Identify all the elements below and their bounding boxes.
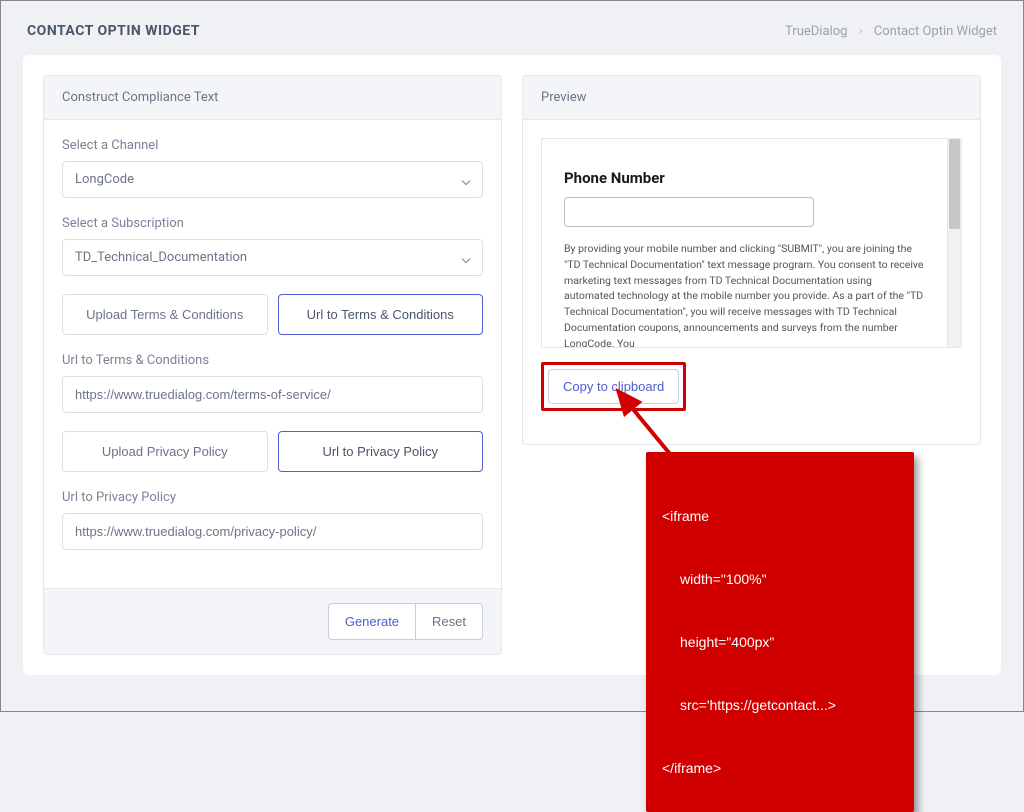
- subscription-label: Select a Subscription: [62, 216, 483, 231]
- preview-iframe-area: Phone Number By providing your mobile nu…: [541, 138, 962, 348]
- terms-url-input[interactable]: [62, 376, 483, 413]
- preview-panel-header: Preview: [523, 76, 980, 120]
- annotation-line: <iframe: [662, 506, 898, 527]
- url-privacy-button[interactable]: Url to Privacy Policy: [278, 431, 484, 472]
- annotation-line: width="100%": [680, 569, 898, 590]
- channel-select[interactable]: LongCode: [62, 161, 483, 198]
- annotation-line: </iframe>: [662, 758, 898, 779]
- generate-button[interactable]: Generate: [328, 603, 415, 640]
- reset-button[interactable]: Reset: [415, 603, 483, 640]
- upload-terms-button[interactable]: Upload Terms & Conditions: [62, 294, 268, 335]
- copy-to-clipboard-button[interactable]: Copy to clipboard: [548, 369, 679, 404]
- channel-label: Select a Channel: [62, 138, 483, 153]
- privacy-url-label: Url to Privacy Policy: [62, 490, 483, 505]
- preview-panel: Preview Phone Number By providing your m…: [522, 75, 981, 445]
- preview-phone-input[interactable]: [564, 197, 814, 227]
- preview-compliance-text: By providing your mobile number and clic…: [564, 241, 939, 348]
- form-panel-header: Construct Compliance Text: [44, 76, 501, 120]
- terms-url-label: Url to Terms & Conditions: [62, 353, 483, 368]
- page-title: CONTACT OPTIN WIDGET: [27, 23, 200, 39]
- annotation-line: src='https://getcontact...>: [680, 695, 898, 716]
- breadcrumb-current: Contact Optin Widget: [874, 24, 997, 39]
- annotation-code-callout: <iframe width="100%" height="400px" src=…: [646, 452, 914, 812]
- breadcrumb-link-truedialog[interactable]: TrueDialog: [785, 24, 847, 39]
- breadcrumb: TrueDialog › Contact Optin Widget: [785, 24, 997, 39]
- annotation-highlight-box: Copy to clipboard: [541, 362, 686, 411]
- privacy-url-input[interactable]: [62, 513, 483, 550]
- scrollbar-thumb[interactable]: [949, 139, 960, 229]
- scrollbar[interactable]: [947, 139, 961, 347]
- url-terms-button[interactable]: Url to Terms & Conditions: [278, 294, 484, 335]
- upload-privacy-button[interactable]: Upload Privacy Policy: [62, 431, 268, 472]
- annotation-line: height="400px": [680, 632, 898, 653]
- preview-phone-label: Phone Number: [564, 169, 939, 187]
- form-panel: Construct Compliance Text Select a Chann…: [43, 75, 502, 655]
- breadcrumb-separator: ›: [859, 24, 863, 39]
- subscription-select[interactable]: TD_Technical_Documentation: [62, 239, 483, 276]
